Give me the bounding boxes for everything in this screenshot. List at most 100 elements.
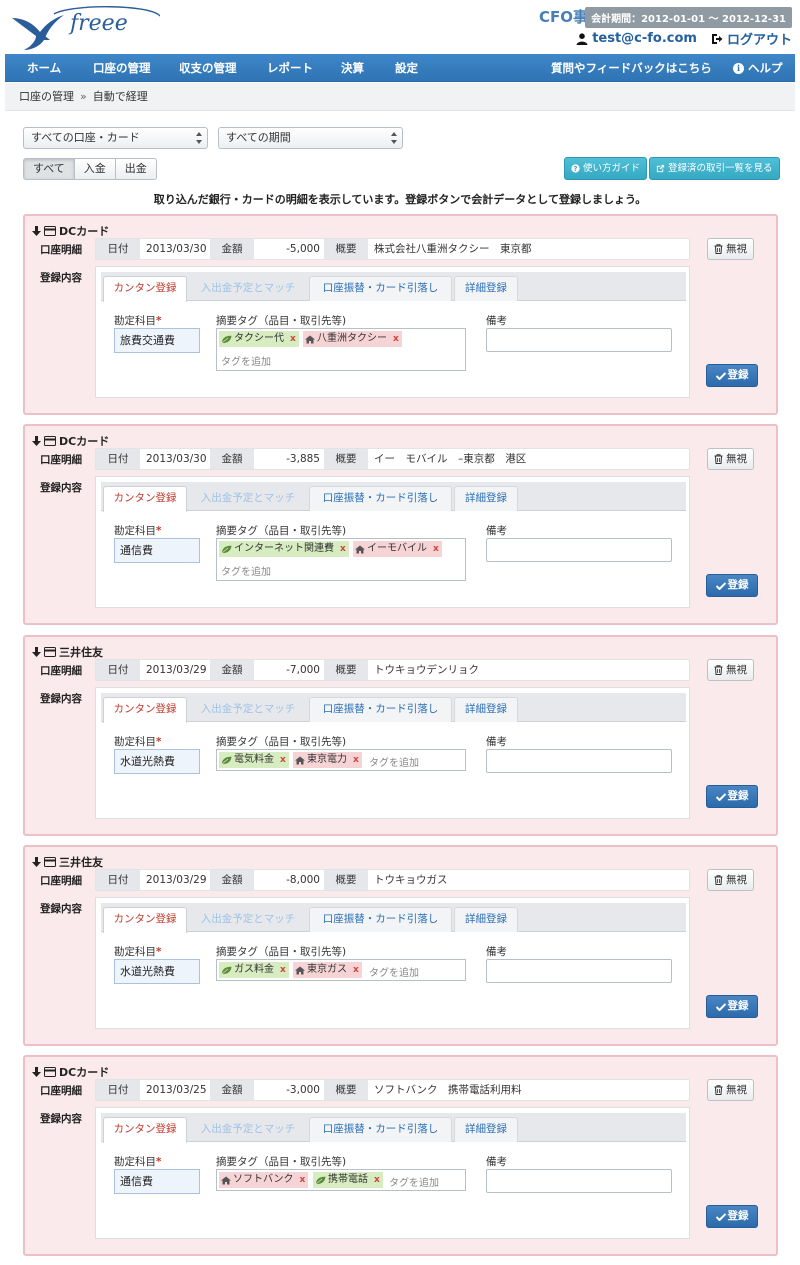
registered-list-button-label: 登録済の取引一覧を見る xyxy=(668,163,773,174)
register-button[interactable]: 登録 xyxy=(706,364,758,387)
remove-tag-icon[interactable]: x xyxy=(374,1172,380,1188)
guide-button[interactable]: ? 使い方ガイド xyxy=(564,157,648,180)
card-header[interactable]: 三井住友 xyxy=(32,644,103,660)
filter-expense-button[interactable]: 出金 xyxy=(114,158,157,180)
add-tag-placeholder[interactable]: タグを追加 xyxy=(389,1174,439,1189)
tab-quick-register[interactable]: カンタン登録 xyxy=(103,1117,187,1143)
tab-transfer-card-debit[interactable]: 口座振替・カード引落し xyxy=(309,486,452,511)
nav-item-accounts[interactable]: 口座の管理 xyxy=(85,54,159,82)
register-button[interactable]: 登録 xyxy=(706,1205,758,1228)
ignore-button[interactable]: 無視 xyxy=(707,869,754,891)
tab-transfer-card-debit[interactable]: 口座振替・カード引落し xyxy=(309,276,452,301)
tags-input[interactable]: タクシー代 x 八重洲タクシー x タグを追加 xyxy=(216,328,466,371)
remove-tag-icon[interactable]: x xyxy=(340,541,346,557)
statement-label: 口座明細 xyxy=(40,1085,82,1097)
tag-chip: インターネット関連費 x xyxy=(219,541,349,557)
nav-item-settings[interactable]: 設定 xyxy=(387,54,426,82)
tab-match-schedule[interactable]: 入出金予定とマッチ xyxy=(189,486,307,511)
note-input[interactable] xyxy=(486,959,672,983)
remove-tag-icon[interactable]: x xyxy=(300,1172,306,1188)
nav-help[interactable]: i ヘルプ xyxy=(725,54,791,82)
add-tag-placeholder[interactable]: タグを追加 xyxy=(369,754,419,769)
arrow-down-icon xyxy=(32,1067,41,1077)
add-tag-placeholder[interactable]: タグを追加 xyxy=(221,563,271,578)
tab-transfer-card-debit[interactable]: 口座振替・カード引落し xyxy=(309,697,452,722)
nav-item-closing[interactable]: 決算 xyxy=(333,54,372,82)
tab-quick-register[interactable]: カンタン登録 xyxy=(103,486,187,512)
credit-card-icon xyxy=(44,1067,56,1077)
tab-quick-register[interactable]: カンタン登録 xyxy=(103,907,187,933)
tab-match-schedule[interactable]: 入出金予定とマッチ xyxy=(189,276,307,301)
card-header[interactable]: DCカード xyxy=(32,433,109,449)
note-input[interactable] xyxy=(486,328,672,352)
period-filter-select[interactable]: すべての期間 xyxy=(218,127,403,149)
card-header[interactable]: 三井住友 xyxy=(32,854,103,870)
tab-match-schedule[interactable]: 入出金予定とマッチ xyxy=(189,907,307,932)
add-tag-placeholder[interactable]: タグを追加 xyxy=(221,353,271,368)
logout-arrow-icon xyxy=(711,33,723,44)
nav-item-transactions[interactable]: 収支の管理 xyxy=(171,54,245,82)
logout-link[interactable]: ログアウト xyxy=(727,29,792,48)
freee-logo[interactable]: freee xyxy=(10,6,161,52)
register-button[interactable]: 登録 xyxy=(706,995,758,1018)
registration-panel: カンタン登録 入出金予定とマッチ 口座振替・カード引落し 詳細登録 勘定科目* … xyxy=(95,897,690,1029)
filter-all-button[interactable]: すべて xyxy=(23,158,75,180)
tab-match-schedule[interactable]: 入出金予定とマッチ xyxy=(189,1117,307,1142)
content-label: 登録内容 xyxy=(40,482,82,494)
remove-tag-icon[interactable]: x xyxy=(280,962,286,978)
summary-label: 概要 xyxy=(324,660,368,680)
tab-detailed-register[interactable]: 詳細登録 xyxy=(454,907,518,932)
nav-item-reports[interactable]: レポート xyxy=(259,54,321,82)
tag-chip: 電気料金 x xyxy=(219,752,289,768)
register-button[interactable]: 登録 xyxy=(706,574,758,597)
note-input[interactable] xyxy=(486,538,672,562)
tab-detailed-register[interactable]: 詳細登録 xyxy=(454,486,518,511)
tags-input[interactable]: 電気料金 x 東京電力 x タグを追加 xyxy=(216,749,466,771)
statement-amount: -8,000 xyxy=(286,874,320,886)
tab-match-schedule[interactable]: 入出金予定とマッチ xyxy=(189,697,307,722)
ignore-button[interactable]: 無視 xyxy=(707,1079,754,1101)
remove-tag-icon[interactable]: x xyxy=(280,752,286,768)
card-header[interactable]: DCカード xyxy=(32,223,109,239)
remove-tag-icon[interactable]: x xyxy=(353,752,359,768)
remove-tag-icon[interactable]: x xyxy=(433,541,439,557)
ignore-button[interactable]: 無視 xyxy=(707,659,754,681)
remove-tag-icon[interactable]: x xyxy=(393,331,399,347)
filter-income-button[interactable]: 入金 xyxy=(73,158,116,180)
tab-transfer-card-debit[interactable]: 口座振替・カード引落し xyxy=(309,907,452,932)
account-item-input[interactable]: 水道光熱費 xyxy=(114,959,200,984)
ignore-button[interactable]: 無視 xyxy=(707,238,754,260)
tags-input[interactable]: インターネット関連費 x イーモバイル x タグを追加 xyxy=(216,538,466,581)
account-item-input[interactable]: 旅費交通費 xyxy=(114,328,200,353)
tags-input[interactable]: ソフトバンク x 携帯電話 x タグを追加 xyxy=(216,1169,466,1191)
account-item-input[interactable]: 通信費 xyxy=(114,1169,200,1194)
tab-detailed-register[interactable]: 詳細登録 xyxy=(454,697,518,722)
remove-tag-icon[interactable]: x xyxy=(290,331,296,347)
account-item-input[interactable]: 通信費 xyxy=(114,538,200,563)
tab-quick-register[interactable]: カンタン登録 xyxy=(103,697,187,723)
tab-transfer-card-debit[interactable]: 口座振替・カード引落し xyxy=(309,1117,452,1142)
tags-input[interactable]: ガス料金 x 東京ガス x タグを追加 xyxy=(216,959,466,981)
note-input[interactable] xyxy=(486,1169,672,1193)
account-filter-select[interactable]: すべての口座・カード xyxy=(23,127,208,149)
user-email[interactable]: test@c-fo.com xyxy=(592,31,697,46)
nav-item-home[interactable]: ホーム xyxy=(19,54,69,82)
tab-quick-register[interactable]: カンタン登録 xyxy=(103,276,187,302)
add-tag-placeholder[interactable]: タグを追加 xyxy=(369,964,419,979)
registration-tabs: カンタン登録 入出金予定とマッチ 口座振替・カード引落し 詳細登録 xyxy=(101,482,686,512)
note-label: 備考 xyxy=(486,315,507,327)
card-header[interactable]: DCカード xyxy=(32,1064,109,1080)
info-icon: i xyxy=(733,62,744,74)
main-nav: ホーム 口座の管理 収支の管理 レポート 決算 設定 質問やフィードバックはこち… xyxy=(5,54,795,82)
ignore-button[interactable]: 無視 xyxy=(707,448,754,470)
note-input[interactable] xyxy=(486,749,672,773)
tab-detailed-register[interactable]: 詳細登録 xyxy=(454,1117,518,1142)
tab-detailed-register[interactable]: 詳細登録 xyxy=(454,276,518,301)
register-button[interactable]: 登録 xyxy=(706,785,758,808)
account-item-input[interactable]: 水道光熱費 xyxy=(114,749,200,774)
remove-tag-icon[interactable]: x xyxy=(353,962,359,978)
registered-list-button[interactable]: 登録済の取引一覧を見る xyxy=(649,157,780,180)
nav-feedback-link[interactable]: 質問やフィードバックはこちら xyxy=(543,54,720,82)
account-item-label: 勘定科目* xyxy=(114,315,162,327)
breadcrumb-parent[interactable]: 口座の管理 xyxy=(19,90,74,103)
